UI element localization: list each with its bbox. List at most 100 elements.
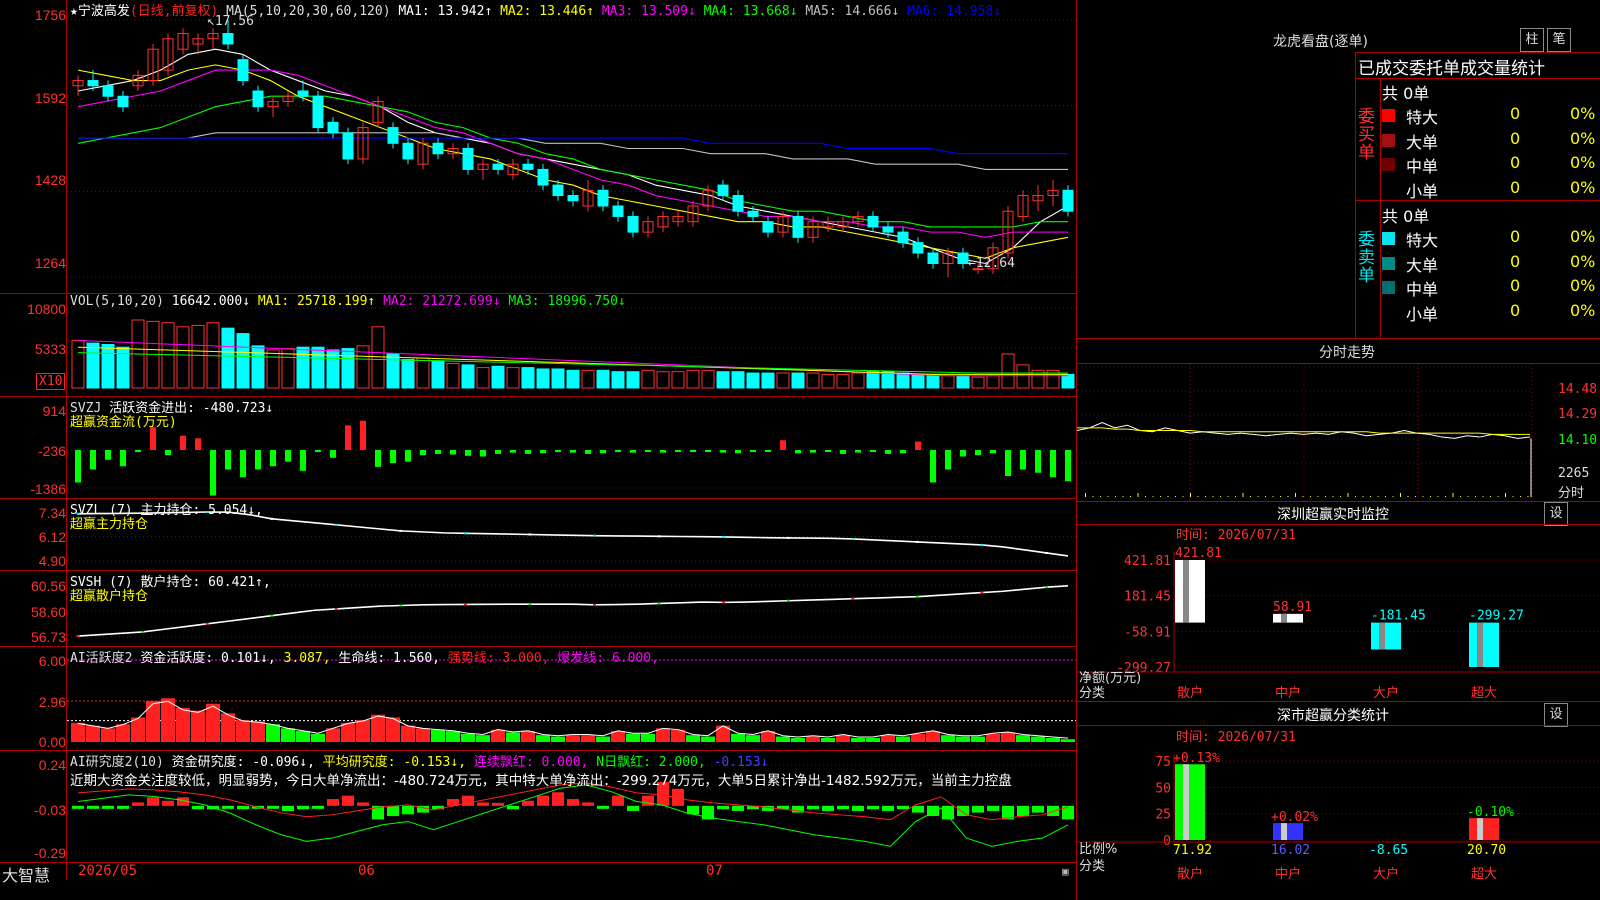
bar-view-button[interactable]: 柱 [1520,28,1544,52]
intraday-tick: 14.48 [1558,382,1598,397]
sell-swatch [1382,232,1395,245]
intraday-vol-bar [1317,496,1319,497]
intraday-chart[interactable] [1077,339,1600,501]
volume-bar [446,363,460,389]
sell-row: 小单 0 0% [1382,300,1600,324]
volume-bar [341,348,355,389]
volume-bar [731,371,745,389]
candle-body [912,242,924,254]
sz-stat-panel[interactable]: 深市超赢分类统计 设 时间: 2026/07/31 7550250+0.13%7… [1077,702,1600,900]
intraday-vol-bar [1235,496,1236,497]
activity-bar [1016,735,1030,742]
ai-research-panel[interactable]: AI研究度2(10) 资金研究度: -0.096↓, 平均研究度: -0.153… [0,750,1076,863]
volume-bar [191,324,205,389]
tick-view-button[interactable]: 笔 [1547,28,1571,52]
activity-bar [701,736,715,742]
candle-body [747,210,759,217]
vol-unit-badge[interactable]: X10 [36,373,66,390]
intraday-panel[interactable]: 分时走势 14.48 14.29 14.10 2265 分时 [1077,339,1600,502]
ai-activity-panel[interactable]: AI活跃度2 资金活跃度: 0.101↓, 3.087, 生命线: 1.560,… [0,646,1076,751]
activity-bar [911,733,925,742]
intraday-vol-bar [1437,496,1439,497]
research-bar [222,805,234,809]
axis-divider [66,0,67,880]
ai-activity-value2: 3.087, [283,651,331,666]
sell-total: 共 0单 [1382,207,1430,226]
app-logo[interactable]: 大智慧 [2,862,50,886]
intraday-vol-bar [1272,496,1274,497]
candlestick-chart[interactable] [0,0,1076,293]
sz-stat-value: 20.70 [1467,843,1506,858]
svzj-bar [255,450,261,470]
svzj-bar [705,450,711,452]
svzj-bar [810,450,816,453]
svzj-bar [825,450,831,452]
date-axis[interactable]: 大智慧 2026/05 06 07 ▣ [0,862,1076,900]
svzj-panel[interactable]: SVZJ 活跃资金进出: -480.723↓ 超赢资金流(万元) 914 -23… [0,396,1076,499]
volume-bar [776,372,790,389]
longhu-panel[interactable]: 龙虎看盘(逐单) 柱 笔 已成交委托单成交量统计 共 0单 委买单 特大 0 0% 大… [1077,0,1600,339]
sz-stat-change: -0.10% [1467,805,1514,820]
vol-name: VOL(5,10,20) [70,294,164,309]
indicator-dot [593,603,597,606]
research-bar [567,799,579,806]
ma-values: MA1: 13.942↑ MA2: 13.446↑ MA3: 13.509↓ M… [398,4,1001,19]
intraday-vol-bar [1145,496,1146,497]
lock-icon[interactable]: ▣ [1062,865,1069,878]
volume-bar [236,333,250,389]
svsh-panel[interactable]: SVSH (7) 散户持仓: 60.421↑, 超赢散户持仓 60.56 58.… [0,570,1076,647]
activity-bar [146,701,160,742]
svzl-panel[interactable]: SVZL (7) 主力持仓: 5.054↓, 超赢主力持仓 7.34 6.12 … [0,498,1076,571]
svzj-bar [615,450,621,452]
sz-stat-bar [1175,764,1205,840]
sz-cat-label: 分类 [1079,686,1106,701]
volume-bar [566,369,580,389]
volume-bar [791,372,805,389]
volume-bar [941,375,955,389]
svzj-bar [150,427,156,450]
period-label[interactable]: (日线,前复权) [130,4,218,19]
intraday-vol-bar [1505,493,1506,497]
volume-bar [596,369,610,389]
sz-monitor-panel[interactable]: 深圳超赢实时监控 设 时间: 2026/07/31 421.81 181.45 -5… [1077,502,1600,702]
indicator-dot [722,535,726,538]
sz-stat-chart[interactable]: 7550250+0.13%71.92散户+0.02%16.02中户-8.65大户… [1077,702,1600,900]
svzj-bar [600,450,606,454]
research-bar [807,805,819,810]
research-bar [87,805,99,809]
indicator-dot [399,604,403,607]
activity-bar [896,736,910,742]
intraday-vol-bar [1130,496,1131,497]
research-bar [972,805,984,813]
research-bar [492,802,504,806]
sz-monitor-bar [1273,613,1303,623]
svzj-bar [165,450,171,456]
research-bar [192,805,204,810]
activity-bar [686,735,700,742]
sz-monitor-chart[interactable]: 421.81 181.45 -58.91 -299.27 421.81 散户 58.91 中户… [1077,502,1600,701]
candle-body [297,90,309,97]
price-tick: 1428 [34,172,66,188]
kline-chart-area[interactable]: ★宁波高发(日线,前复权) MA(5,10,20,30,60,120) MA1:… [0,0,1076,900]
svzj-bar [360,420,366,450]
activity-bar [881,735,895,742]
stock-name: 宁波高发 [77,4,130,19]
volume-panel[interactable]: VOL(5,10,20) 16642.000↓ MA1: 25718.199↑ … [0,293,1076,397]
price-panel[interactable]: ★宁波高发(日线,前复权) MA(5,10,20,30,60,120) MA1:… [0,0,1076,294]
volume-bar [911,373,925,389]
sell-swatch [1382,281,1395,294]
research-bar [522,800,534,806]
intraday-vol-bar [1512,496,1514,497]
intraday-vol-bar [1182,496,1184,497]
star-icon[interactable]: ★ [70,4,78,19]
sell-label: 中单 [1406,280,1439,299]
sz-stat-bar-shade [1183,764,1189,840]
svzj-bar [90,450,96,470]
indicator-dot [463,603,467,606]
volume-bar [746,372,760,389]
svzj-bar [840,450,846,454]
research-bar [387,805,399,817]
research-bar [867,805,879,810]
research-bar [582,802,594,806]
sell-count: 0 [1510,227,1521,246]
